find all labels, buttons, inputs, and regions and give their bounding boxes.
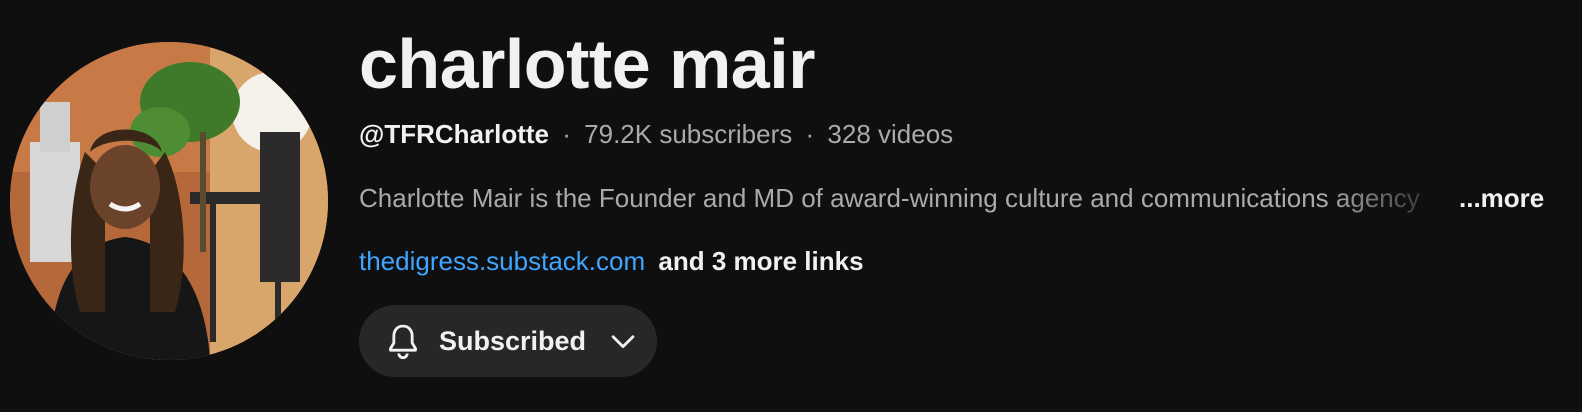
description-more-button[interactable]: ...more <box>1459 182 1544 214</box>
more-links-button[interactable]: and 3 more links <box>658 246 863 276</box>
channel-links: thedigress.substack.com and 3 more links <box>359 245 864 277</box>
chevron-down-icon <box>611 335 635 349</box>
channel-name: charlotte mair <box>359 25 815 103</box>
channel-header: charlotte mair @TFRCharlotte · 79.2K sub… <box>0 0 1582 412</box>
bell-icon <box>389 324 417 360</box>
meta-separator: · <box>562 119 571 149</box>
meta-separator: · <box>805 119 815 149</box>
avatar-image <box>10 42 328 360</box>
channel-link[interactable]: thedigress.substack.com <box>359 246 645 276</box>
channel-description[interactable]: Charlotte Mair is the Founder and MD of … <box>359 182 1459 214</box>
video-count: 328 videos <box>827 119 954 149</box>
channel-meta: @TFRCharlotte · 79.2K subscribers · 328 … <box>359 118 953 150</box>
subscriber-count: 79.2K subscribers <box>584 119 793 149</box>
channel-description-row[interactable]: Charlotte Mair is the Founder and MD of … <box>359 182 1549 214</box>
channel-avatar[interactable] <box>10 42 328 360</box>
channel-handle[interactable]: @TFRCharlotte <box>359 119 549 149</box>
subscribed-button[interactable]: Subscribed <box>359 305 657 377</box>
subscribed-label: Subscribed <box>439 325 587 356</box>
